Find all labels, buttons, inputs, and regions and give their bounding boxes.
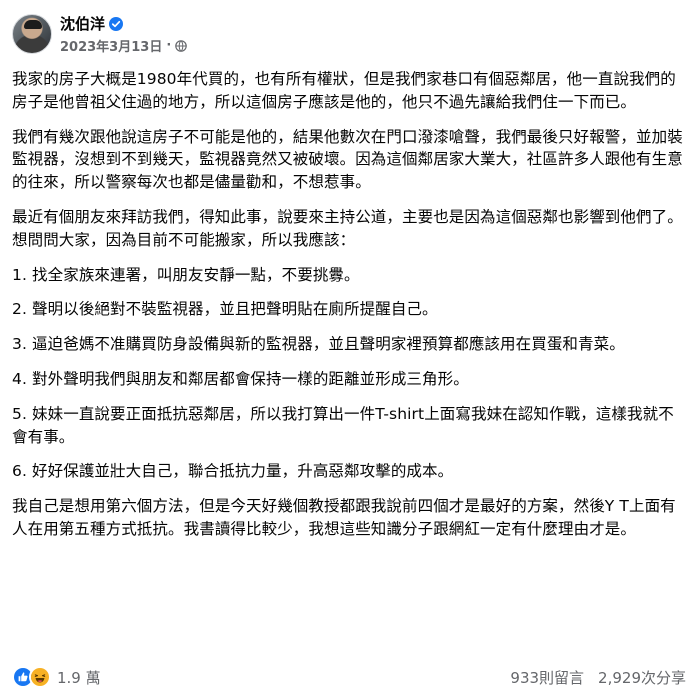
option-4: 4. 對外聲明我們與朋友和鄰居都會保持一樣的距離並形成三角形。 xyxy=(12,369,469,388)
option-6: 6. 好好保護並壯大自己，聯合抵抗力量，升高惡鄰攻擊的成本。 xyxy=(12,462,454,481)
post-header: 沈伯洋 2023年3月13日 · xyxy=(12,12,188,56)
option-5: 5. 妹妹一直說要正面抵抗惡鄰居，所以我打算出一件T-shirt上面寫我妹在認知… xyxy=(12,404,674,446)
paragraph-conclusion: 我自己是想用第六個方法，但是今天好幾個教授都跟我說前四個才是最好的方案，然後Y … xyxy=(12,497,676,538)
facebook-post: 沈伯洋 2023年3月13日 · 我家的房子大概是1980年代買的，也有所有權狀… xyxy=(0,0,698,692)
author-name[interactable]: 沈伯洋 xyxy=(60,13,105,34)
name-row: 沈伯洋 xyxy=(60,13,187,33)
paragraph-intro: 我家的房子大概是1980年代買的，也有所有權狀，但是我們家巷口有個惡鄰居，他一直… xyxy=(12,70,676,111)
engagement-stats: 933則留言 2,929次分享 xyxy=(510,667,686,688)
author-avatar[interactable] xyxy=(12,14,52,54)
paragraph-conflict: 我們有幾次跟他說這房子不可能是他的，結果他數次在門口潑漆嗆聲，我們最後只好報警，… xyxy=(12,127,683,192)
separator-dot: · xyxy=(166,38,172,53)
post-date[interactable]: 2023年3月13日 xyxy=(60,36,162,55)
verified-badge-icon xyxy=(109,16,124,31)
reaction-count: 1.9 萬 xyxy=(57,668,101,687)
post-subline: 2023年3月13日 · xyxy=(60,36,188,55)
paragraph-question: 最近有個朋友來拜訪我們，得知此事，說要來主持公道，主要也是因為這個惡鄰也影響到他… xyxy=(12,207,683,249)
reactions-summary[interactable]: 1.9 萬 xyxy=(12,666,101,688)
post-body: 我家的房子大概是1980年代買的，也有所有權狀，但是我們家巷口有個惡鄰居，他一直… xyxy=(12,68,688,553)
haha-icon xyxy=(29,666,51,688)
post-footer: 1.9 萬 933則留言 2,929次分享 xyxy=(12,665,686,689)
globe-icon[interactable] xyxy=(175,39,188,52)
post-meta: 沈伯洋 2023年3月13日 · xyxy=(60,13,188,55)
option-2: 2. 聲明以後絕對不裝監視器，並且把聲明貼在廁所提醒自己。 xyxy=(12,300,438,319)
shares-count-link[interactable]: 2,929次分享 xyxy=(598,667,686,688)
option-3: 3. 逼迫爸媽不准購買防身設備與新的監視器，並且聲明家裡預算都應該用在買蛋和青菜… xyxy=(12,335,625,354)
comments-count-link[interactable]: 933則留言 xyxy=(510,667,584,688)
option-1: 1. 找全家族來連署，叫朋友安靜一點，不要挑釁。 xyxy=(12,265,360,284)
